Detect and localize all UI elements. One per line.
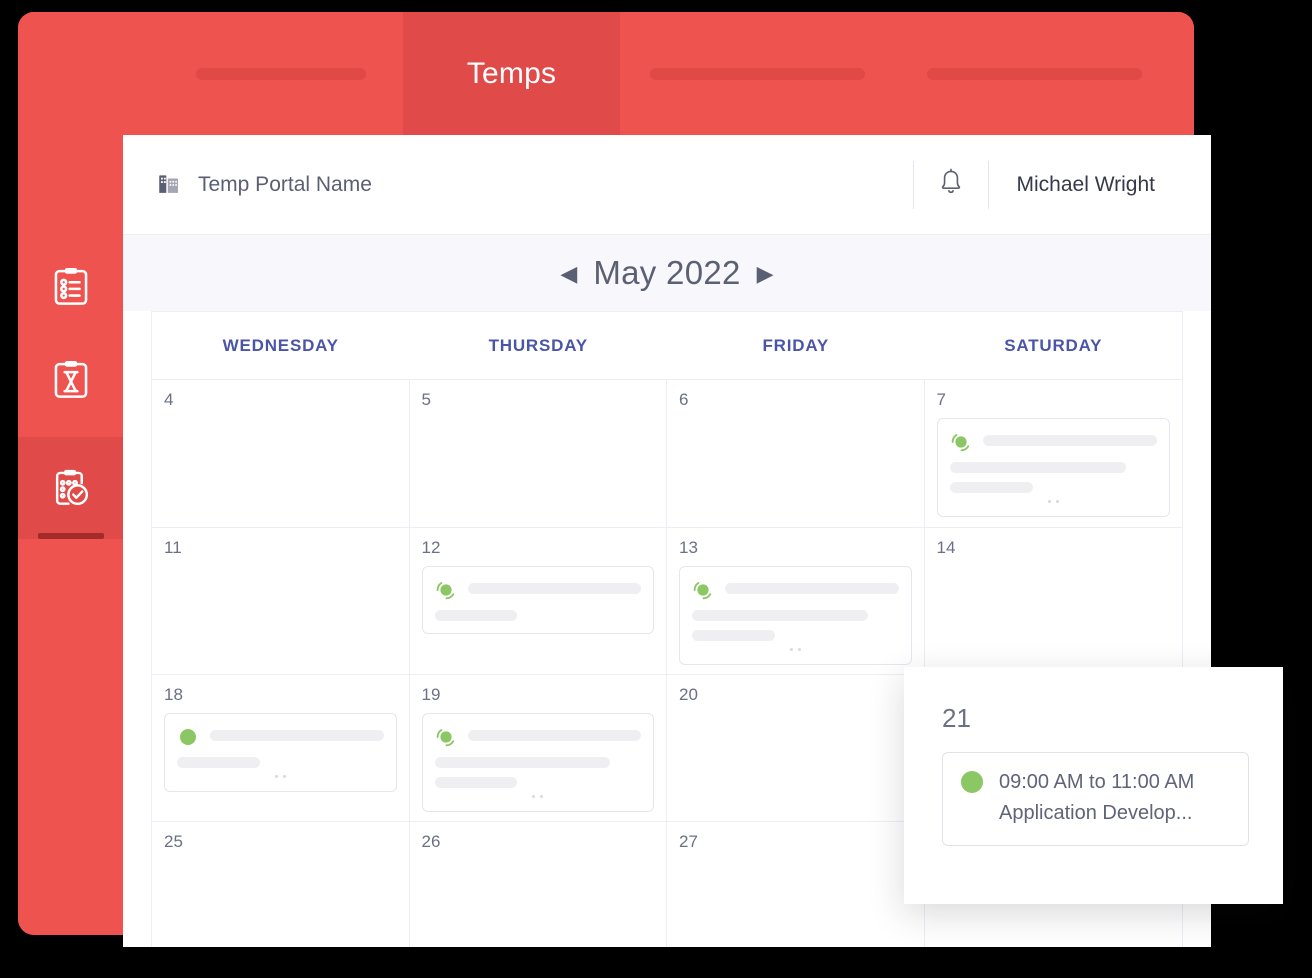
day-number: 7 (936, 390, 946, 409)
clipboard-list-icon (52, 266, 90, 308)
day-number: 27 (679, 832, 698, 851)
day-number: 12 (421, 538, 441, 557)
popup-event-text: 09:00 AM to 11:00 AM Application Develop… (999, 767, 1194, 829)
calendar-day-cell[interactable]: 18 (152, 675, 410, 821)
calendar-day-cell[interactable]: 14 (925, 528, 1183, 674)
nav-tab-placeholder-3[interactable] (894, 12, 1174, 135)
calendar-week-row: 11 12 13 14 (152, 527, 1182, 674)
event-more-indicator (692, 648, 899, 652)
nav-tab-placeholder-bar (926, 67, 1142, 80)
calendar-event-card[interactable] (164, 713, 397, 792)
day-number: 19 (421, 685, 441, 704)
notifications-button[interactable] (914, 161, 988, 209)
popup-event-card[interactable]: 09:00 AM to 11:00 AM Application Develop… (942, 752, 1249, 846)
portal-name-label: Temp Portal Name (198, 172, 372, 196)
day-number: 11 (164, 538, 182, 557)
calendar-day-cell[interactable]: 12 (410, 528, 667, 674)
day-number: 20 (679, 685, 698, 704)
day-number: 26 (421, 832, 441, 851)
day-number: 13 (679, 538, 698, 557)
nav-tab-label: Temps (466, 56, 557, 90)
calendar-event-card[interactable] (936, 418, 1170, 517)
sidebar-active-indicator (38, 533, 104, 539)
app-window: Temps Temp Portal Name Michael Wright ◀ … (18, 12, 1283, 947)
popup-day-number: 21 (942, 703, 971, 733)
calendar-day-cell[interactable]: 25 (152, 822, 410, 947)
event-skeleton-line (467, 583, 641, 594)
calendar-day-cell[interactable]: 6 (667, 380, 925, 527)
event-more-indicator (950, 500, 1158, 504)
day-header: THURSDAY (488, 335, 588, 355)
popup-event-time: 09:00 AM to 11:00 AM (999, 771, 1195, 793)
nav-tab-placeholder-bar (195, 67, 366, 80)
previous-month-icon[interactable]: ◀ (560, 263, 577, 285)
panel-header: Temp Portal Name Michael Wright (123, 135, 1211, 235)
event-skeleton-line (725, 583, 899, 594)
event-status-dot-icon (950, 431, 972, 453)
event-skeleton-line (210, 730, 384, 741)
header-actions: Michael Wright (912, 161, 1166, 209)
event-skeleton-line (434, 610, 518, 621)
popup-event-title: Application Develop... (999, 802, 1193, 824)
nav-tab-temps[interactable]: Temps (403, 12, 620, 135)
left-sidebar (18, 12, 123, 935)
day-number: 18 (164, 685, 183, 704)
nav-tab-placeholder-bar (649, 67, 865, 80)
event-skeleton-line (467, 730, 641, 741)
event-skeleton-line (949, 482, 1033, 493)
calendar-day-cell[interactable]: 26 (410, 822, 667, 947)
calendar-event-card[interactable] (421, 713, 654, 812)
bell-icon (938, 168, 964, 203)
event-status-dot-icon (961, 771, 983, 793)
day-number: 25 (164, 832, 183, 851)
calendar-day-headers: WEDNESDAY THURSDAY FRIDAY SATURDAY (152, 312, 1182, 380)
day-header: WEDNESDAY (222, 335, 339, 355)
calendar-day-cell[interactable]: 7 (925, 380, 1183, 527)
event-more-indicator (435, 795, 642, 799)
nav-tab-placeholder-2[interactable] (620, 12, 894, 135)
calendar-day-cell[interactable]: 27 (667, 822, 925, 947)
next-month-icon[interactable]: ▶ (757, 263, 774, 285)
building-icon (156, 169, 182, 200)
calendar-day-cell[interactable]: 19 (410, 675, 667, 821)
day-number: 14 (936, 538, 956, 557)
clipboard-hourglass-icon (52, 359, 90, 401)
nav-tab-placeholder-1[interactable] (158, 12, 403, 135)
sidebar-item-clipboard-list[interactable] (18, 237, 123, 337)
clipboard-check-icon (51, 466, 91, 510)
calendar-month-navigation: ◀ May 2022 ▶ (123, 235, 1211, 311)
day-number: 6 (679, 390, 689, 409)
calendar-day-cell[interactable]: 13 (667, 528, 925, 674)
day-number: 4 (164, 390, 174, 409)
event-more-indicator (177, 775, 384, 779)
calendar-day-cell[interactable]: 4 (152, 380, 410, 527)
event-skeleton-line (434, 757, 611, 768)
event-skeleton-line (434, 777, 518, 788)
calendar-event-card[interactable] (421, 566, 654, 634)
calendar-day-cell[interactable]: 11 (152, 528, 410, 674)
calendar-week-row: 4 5 6 7 (152, 380, 1182, 527)
day-number: 5 (421, 390, 431, 409)
calendar-event-card[interactable] (679, 566, 912, 665)
event-status-dot-icon (435, 579, 457, 601)
event-status-dot-icon (692, 579, 714, 601)
sidebar-item-clipboard-check[interactable] (18, 437, 123, 539)
portal-identity: Temp Portal Name (156, 169, 372, 200)
event-skeleton-line (692, 610, 868, 621)
event-status-dot-icon (435, 726, 457, 748)
calendar-month-label: May 2022 (593, 254, 741, 291)
calendar-day-cell[interactable]: 5 (410, 380, 667, 527)
event-skeleton-line (692, 630, 775, 641)
day-header: SATURDAY (1004, 335, 1103, 355)
day-header: FRIDAY (762, 335, 830, 355)
calendar-day-cell[interactable]: 20 (667, 675, 925, 821)
top-navigation-bar: Temps (18, 12, 1194, 135)
user-name-label[interactable]: Michael Wright (989, 173, 1166, 197)
event-skeleton-line (982, 435, 1157, 446)
event-skeleton-line (177, 757, 260, 768)
day-detail-popup: 21 09:00 AM to 11:00 AM Application Deve… (904, 667, 1283, 904)
event-status-dot-icon (177, 726, 199, 748)
event-skeleton-line (949, 462, 1126, 473)
sidebar-item-clipboard-pending[interactable] (18, 330, 123, 430)
